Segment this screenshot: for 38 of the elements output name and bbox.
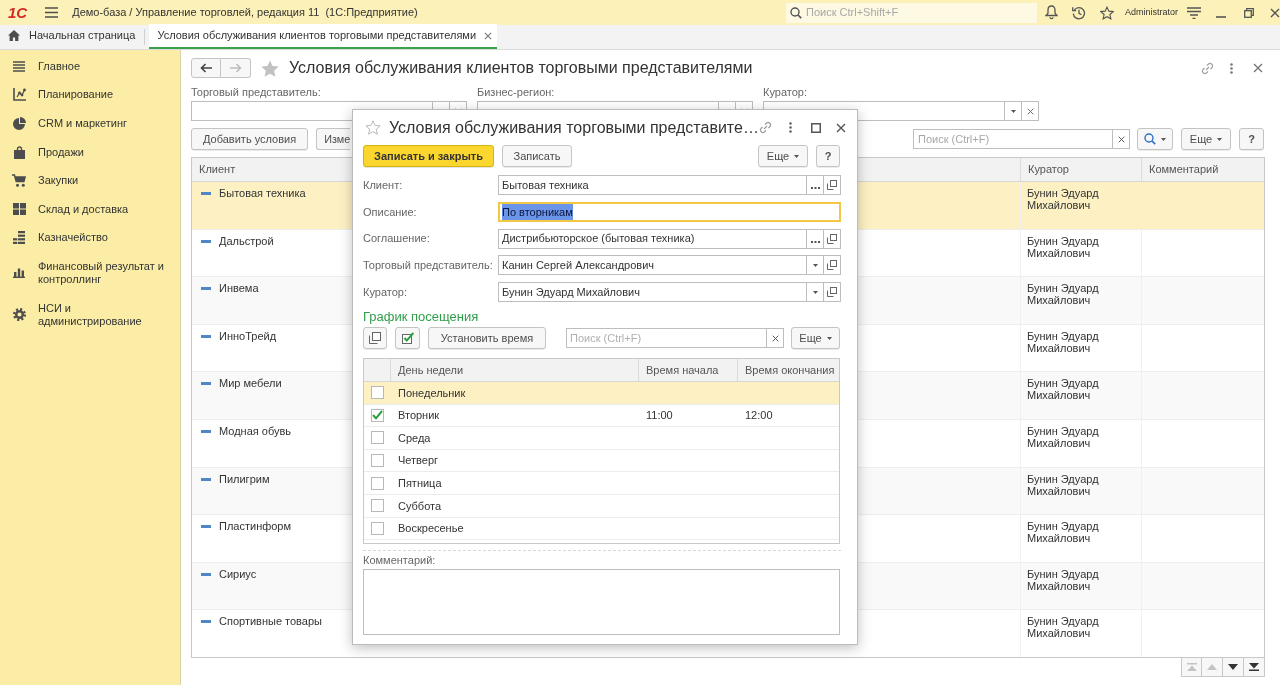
table-cell-text: Четверг — [397, 453, 440, 469]
table-cell-text: Бунин Эдуард Михайлович — [1027, 567, 1100, 592]
table-cell-text: Пятница — [397, 475, 443, 491]
table-cell: Модная обувь — [219, 424, 292, 437]
table-cell-text: Бунин Эдуард Михайлович — [1027, 472, 1100, 497]
logo: 1С — [8, 4, 28, 21]
table-cell-text: Бунин Эдуард Михайлович — [1027, 520, 1100, 545]
table-cell-text: Бунин Эдуард Михайлович — [1027, 234, 1100, 259]
field-label: Бизнес-регион: — [477, 86, 555, 98]
table-cell-text: Воскресенье — [397, 521, 465, 537]
table-cell-text: Бунин Эдуард Михайлович — [1027, 282, 1100, 307]
field-label: Торговый представитель: — [363, 258, 494, 273]
table-cell: Дальстрой — [219, 234, 274, 247]
field-label: Куратор: — [363, 284, 408, 300]
table-cell-text: Бунин Эдуард Михайлович — [1027, 329, 1100, 354]
field-label: Соглашение: — [363, 231, 431, 247]
table-cell-text: Бунин Эдуард Михайлович — [1027, 615, 1100, 640]
page-title: Условия обслуживания клиентов торговыми представителями — [289, 58, 753, 78]
table-cell-text: Суббота — [397, 498, 443, 514]
window-title: Демо-база / Управление торговлей, редакция 11 (1С:Предприятие) — [72, 5, 418, 21]
table-cell: Пилигрим — [219, 472, 270, 485]
table-cell-text: Среда — [397, 430, 432, 446]
table-cell-text: Понедельник — [397, 385, 467, 401]
table-cell: Инвема — [219, 282, 259, 295]
field-label: Куратор: — [763, 86, 807, 98]
table-cell: ИнноТрейд — [219, 329, 277, 342]
table-cell: Пластинформ — [219, 520, 292, 533]
table-cell-text: Бунин Эдуард Михайлович — [1027, 187, 1100, 211]
field-label: Описание: — [363, 204, 418, 220]
section-title: График посещения — [363, 309, 479, 325]
table-cell: Бытовая техника — [219, 187, 306, 199]
table-cell: Спортивные товары — [219, 615, 322, 628]
table-cell: Сириус — [219, 567, 257, 580]
table-cell-text: Бунин Эдуард Михайлович — [1027, 424, 1100, 449]
table-cell: Мир мебели — [219, 377, 282, 390]
field-label: Торговый представитель: — [191, 86, 321, 98]
dialog-title: Условия обслуживания торговыми представите… — [389, 117, 759, 138]
table-cell-text: Бунин Эдуард Михайлович — [1027, 377, 1100, 402]
